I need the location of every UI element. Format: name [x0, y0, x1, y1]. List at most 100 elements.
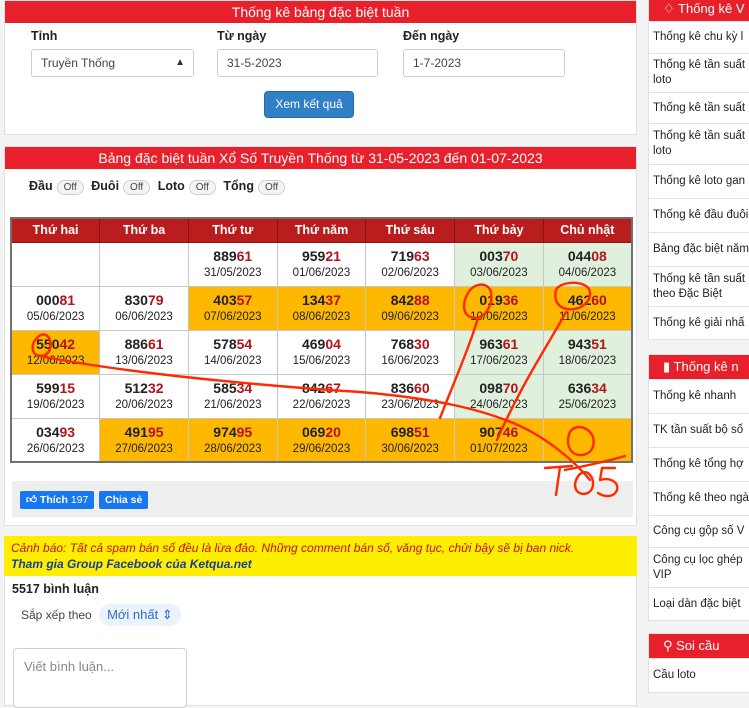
special-prize-number: 96361	[479, 336, 519, 352]
special-prize-number: 04408	[567, 248, 607, 264]
table-row: 59915 19/06/2023 51232 20/06/2023 58534 21/06…	[10, 373, 633, 419]
result-cell: 58534 21/06/2023	[187, 373, 278, 419]
draw-date: 11/06/2023	[559, 311, 616, 323]
draw-date: 02/06/2023	[381, 267, 439, 279]
sidebar-link[interactable]: Thống kê tần suất loto	[649, 53, 749, 92]
table-header-row: Thứ hai Thứ ba Thứ tư Thứ năm Thứ sáu Th…	[10, 217, 633, 243]
col-tuesday: Thứ ba	[99, 217, 189, 243]
sidebar-stats-list: Thống kê nhanh TK tần suất bộ số Thống kê …	[649, 379, 749, 620]
from-date-input[interactable]: 31-5-2023	[217, 49, 378, 77]
result-cell: 63634 25/06/2023	[542, 373, 633, 419]
special-prize-number: 51232	[124, 380, 164, 396]
board-title: Bảng đặc biệt tuần Xổ Số Truyền Thống từ…	[5, 147, 636, 169]
sidebar-link[interactable]: Thống kê chu kỳ l	[649, 21, 749, 53]
result-cell: 04408 04/06/2023	[542, 241, 633, 287]
comment-sort: Sắp xếp theo Mới nhất ⇕	[21, 604, 181, 626]
sort-arrows-icon: ⇕	[161, 607, 173, 622]
col-monday: Thứ hai	[10, 217, 101, 243]
result-cell	[542, 417, 633, 463]
result-cell: 00370 03/06/2023	[454, 241, 544, 287]
draw-date: 28/06/2023	[203, 442, 262, 455]
table-row: 00081 05/06/2023 83079 06/06/2023 40357 07/06…	[10, 285, 633, 331]
special-prize-number: 09870	[479, 380, 519, 396]
draw-date: 18/06/2023	[558, 355, 617, 367]
special-prize-number: 57854	[213, 336, 253, 352]
sidebar-link[interactable]: Bảng đặc biệt năm	[649, 232, 749, 266]
filter-title: Thống kê bảng đặc biệt tuần	[5, 1, 636, 23]
sidebar-link[interactable]: Cầu loto	[649, 658, 749, 692]
draw-date: 01/07/2023	[470, 442, 528, 455]
sidebar-link[interactable]: Thống kê nhanh	[649, 379, 749, 413]
sidebar-link[interactable]: Thống kê đầu đuôi	[649, 198, 749, 232]
draw-date: 06/06/2023	[115, 311, 173, 323]
toggle-dau[interactable]: Đầu Off	[29, 179, 88, 195]
bar-chart-icon: ▮	[663, 359, 671, 374]
result-cell: 40357 07/06/2023	[187, 285, 278, 331]
sidebar-link[interactable]: Loại dàn đặc biệt	[649, 587, 749, 620]
col-friday: Thứ sáu	[365, 217, 456, 243]
toggle-loto[interactable]: Loto Off	[158, 179, 220, 195]
special-prize-number: 59915	[36, 380, 76, 396]
sidebar-link[interactable]: Công cụ gộp số V	[649, 515, 749, 547]
result-cell: 51232 20/06/2023	[99, 373, 189, 419]
sidebar-link[interactable]: Thống kê loto gan	[649, 164, 749, 198]
table-row: 88961 31/05/2023 95921 01/06/2023 71963 02/06…	[10, 241, 633, 287]
result-cell: 90746 01/07/2023	[454, 417, 544, 463]
result-cell: 49195 27/06/2023	[99, 417, 189, 463]
special-prize-number: 03493	[36, 423, 76, 440]
result-cell: 57854 14/06/2023	[187, 329, 278, 375]
col-wednesday: Thứ tư	[187, 217, 278, 243]
special-prize-number: 71963	[390, 248, 430, 264]
sort-select[interactable]: Mới nhất ⇕	[99, 604, 181, 626]
comment-count: 5517 bình luận	[12, 582, 99, 596]
special-prize-number: 69851	[390, 423, 430, 440]
toggle-tong[interactable]: Tổng Off	[223, 179, 289, 195]
to-date-input[interactable]: 1-7-2023	[403, 49, 565, 77]
special-prize-number: 88661	[124, 336, 164, 352]
draw-date: 19/06/2023	[26, 399, 85, 411]
draw-date: 03/06/2023	[470, 267, 528, 279]
province-select[interactable]: Truyền Thống ▲︎	[31, 49, 194, 77]
sidebar-link[interactable]: Công cụ lọc ghép VIP	[649, 547, 749, 587]
draw-date: 25/06/2023	[558, 399, 617, 411]
draw-date: 15/06/2023	[292, 355, 351, 367]
draw-date: 24/06/2023	[470, 399, 528, 411]
toggle-duoi[interactable]: Đuôi Off	[91, 179, 154, 195]
sidebar-link[interactable]: Thống kê tần suất loto	[649, 123, 749, 164]
result-cell: 96361 17/06/2023	[454, 329, 544, 375]
result-cell: 09870 24/06/2023	[454, 373, 544, 419]
special-prize-number: 76830	[390, 336, 430, 352]
result-cell: 83660 23/06/2023	[365, 373, 456, 419]
col-saturday: Thứ bảy	[454, 217, 544, 243]
facebook-like-button[interactable]: 👍︎ Thích 197	[20, 491, 95, 509]
special-prize-number: 83079	[124, 292, 164, 308]
draw-date: 10/06/2023	[470, 311, 528, 323]
facebook-group-link[interactable]: Tham gia Group Facebook của Ketqua.net	[11, 556, 630, 572]
sidebar-link[interactable]: Thống kê tần suất theo Đặc Biệt	[649, 266, 749, 306]
select-arrows-icon: ▲︎	[175, 57, 185, 68]
table-row: 03493 26/06/2023 49195 27/06/2023 97495 28/06…	[10, 417, 633, 463]
special-prize-number: 13437	[301, 292, 341, 308]
special-prize-number: 49195	[124, 423, 164, 440]
sidebar-stats: ▮ Thống kê n Thống kê nhanh TK tần suất b…	[648, 354, 749, 621]
draw-date: 13/06/2023	[115, 355, 173, 367]
result-cell	[10, 241, 101, 287]
result-cell: 83079 06/06/2023	[99, 285, 189, 331]
sidebar-link[interactable]: Thống kê tần suất	[649, 92, 749, 123]
special-prize-number: 01936	[479, 292, 519, 308]
special-prize-number: 55042	[36, 336, 76, 352]
comment-input[interactable]: Viết bình luận...	[13, 648, 187, 708]
view-results-button[interactable]: Xem kết quả	[264, 91, 354, 118]
result-cell: 00081 05/06/2023	[10, 285, 101, 331]
sidebar-link[interactable]: Thống kê giải nhấ	[649, 306, 749, 339]
special-prize-number: 63634	[567, 380, 607, 396]
special-prize-number: 06920	[301, 423, 341, 440]
table-row: 55042 12/06/2023 88661 13/06/2023 57854 14/06…	[10, 329, 633, 375]
result-cell: 13437 08/06/2023	[276, 285, 367, 331]
sidebar-link[interactable]: Thống kê tổng hợ	[649, 447, 749, 481]
result-cell	[99, 241, 189, 287]
sidebar-link[interactable]: TK tần suất bộ số	[649, 413, 749, 447]
special-prize-number: 84288	[390, 292, 430, 308]
sidebar-link[interactable]: Thống kê theo ngà	[649, 481, 749, 515]
facebook-share-button[interactable]: Chia sẻ	[99, 491, 149, 509]
